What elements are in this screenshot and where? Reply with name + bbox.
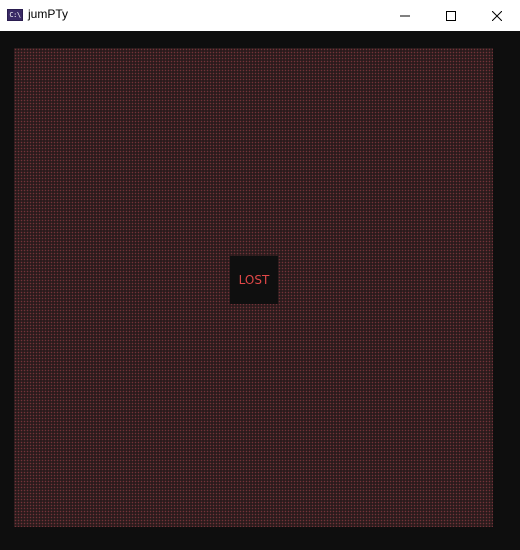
title-bar: C:\ jumPTy: [0, 0, 520, 31]
game-board: LOST: [14, 48, 493, 527]
console-app-icon: C:\: [7, 9, 23, 21]
close-button[interactable]: [474, 0, 520, 31]
window-title: jumPTy: [28, 7, 69, 21]
game-status-text: LOST: [238, 273, 270, 287]
minimize-button[interactable]: [382, 0, 428, 31]
maximize-button[interactable]: [428, 0, 474, 31]
maximize-icon: [446, 10, 456, 21]
console-client-area: LOST: [0, 31, 520, 550]
minimize-icon: [400, 15, 410, 16]
close-icon: [492, 10, 502, 21]
game-status-box: LOST: [230, 256, 278, 304]
